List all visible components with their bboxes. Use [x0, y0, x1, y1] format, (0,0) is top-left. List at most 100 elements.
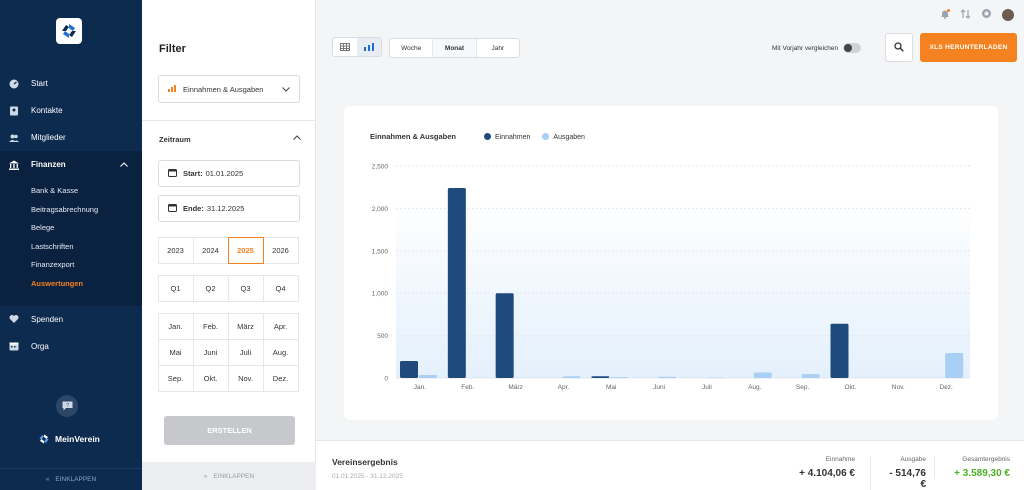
month-option[interactable]: Aug. — [262, 338, 299, 366]
month-option[interactable]: Feb. — [192, 312, 229, 340]
gear-icon[interactable] — [981, 8, 992, 21]
table-view-icon[interactable] — [333, 38, 357, 56]
bar-ausgaben — [562, 376, 581, 378]
quarter-option[interactable]: Q4 — [262, 274, 299, 302]
sidebar-item-kontakte[interactable]: Kontakte — [0, 97, 142, 124]
end-date-value: 31.12.2025 — [206, 204, 245, 213]
filter-panel: Filter Einnahmen & Ausgaben Zeitraum Sta… — [142, 0, 316, 490]
calendar-icon — [168, 168, 177, 179]
year-option[interactable]: 2023 — [157, 236, 194, 264]
avatar[interactable] — [1002, 8, 1014, 21]
create-button[interactable]: ERSTELLEN — [164, 416, 295, 445]
brand-logo: MeinVerein — [38, 433, 100, 445]
bar-ausgaben — [419, 375, 437, 378]
brand-mark-icon — [39, 434, 49, 444]
gesamt-summary: Gesamtergebnis + 3.589,30 € — [934, 456, 1010, 479]
end-date-field[interactable]: Ende: 31.12.2025 — [158, 195, 300, 222]
result-title: Vereinsergebnis — [332, 457, 398, 467]
quarter-option[interactable]: Q1 — [157, 274, 194, 302]
contact-card-icon — [9, 106, 19, 116]
app-logo-icon[interactable] — [56, 18, 82, 44]
month-option[interactable]: Okt. — [192, 364, 229, 392]
people-icon — [9, 133, 19, 143]
sidebar-item-finanzen[interactable]: Finanzen — [0, 151, 142, 178]
x-tick-label: Juli — [702, 384, 712, 391]
chart-card: 0 500 1,000 1,500 2,000 2,500 Jan. Feb. März Apr.… — [344, 106, 998, 420]
filter-collapse-label: EINKLAPPEN — [213, 472, 255, 480]
sidebar-subitem-auswertungen[interactable]: Auswertungen — [0, 275, 142, 294]
ausgabe-label: Ausgabe — [900, 456, 926, 463]
bar-ausgaben — [610, 377, 629, 378]
filter-collapse-button[interactable]: « EINKLAPPEN — [142, 462, 316, 490]
quarter-option[interactable]: Q2 — [192, 274, 229, 302]
sidebar-item-label: Start — [31, 79, 48, 88]
sidebar-subitem-finanzexport[interactable]: Finanzexport — [0, 256, 142, 275]
chart-type-value: Einnahmen & Ausgaben — [183, 84, 264, 94]
range-monat[interactable]: Monat — [433, 39, 477, 57]
speedometer-icon — [9, 79, 19, 89]
double-chevron-left-icon: « — [45, 476, 50, 483]
legend-item-einnahmen[interactable]: Einnahmen — [484, 133, 530, 141]
month-option[interactable]: Sep. — [157, 364, 194, 392]
month-option[interactable]: Dez. — [262, 364, 299, 392]
gesamt-label: Gesamtergebnis — [962, 456, 1010, 463]
year-option[interactable]: 2026 — [262, 236, 299, 264]
x-tick-label: Jan. — [414, 384, 426, 391]
legend-swatch — [484, 133, 491, 140]
chart-title: Einnahmen & Ausgaben — [370, 132, 456, 141]
sidebar-subitem-beitragsabrechnung[interactable]: Beitragsabrechnung — [0, 201, 142, 220]
xls-download-button[interactable]: XLS HERUNTERLADEN — [920, 33, 1017, 62]
month-option[interactable]: Juli — [227, 338, 264, 366]
month-option[interactable]: Jan. — [157, 312, 194, 340]
chat-help-icon[interactable]: ? — [56, 395, 78, 417]
legend-item-ausgaben[interactable]: Ausgaben — [542, 133, 585, 141]
notification-bell-icon[interactable] — [940, 8, 950, 21]
sidebar-item-spenden[interactable]: Spenden — [0, 306, 142, 333]
bank-icon — [9, 160, 19, 170]
end-date-label: Ende: — [183, 204, 204, 213]
sidebar-collapse-label: EINKLAPPEN — [55, 476, 97, 483]
sidebar-subitem-lastschriften[interactable]: Lastschriften — [0, 238, 142, 257]
chart-view-icon[interactable] — [357, 38, 381, 56]
x-tick-label: März — [508, 384, 522, 391]
main-content: Woche Monat Jahr Mit Vorjahr vergleichen… — [316, 0, 1024, 490]
legend-swatch — [542, 133, 550, 140]
chart-type-select[interactable]: Einnahmen & Ausgaben — [158, 75, 300, 103]
sort-arrows-icon[interactable] — [960, 8, 971, 21]
bar-ausgaben — [753, 372, 772, 378]
sidebar-subitem-belege[interactable]: Belege — [0, 219, 142, 238]
sidebar-item-mitglieder[interactable]: Mitglieder — [0, 124, 142, 151]
search-button[interactable] — [885, 33, 913, 62]
compare-previous-year: Mit Vorjahr vergleichen — [772, 43, 862, 53]
month-option[interactable]: Juni — [192, 338, 229, 366]
ausgabe-summary: Ausgabe - 514,76 € — [870, 456, 926, 490]
top-bar-icons — [940, 8, 1014, 21]
calendar-icon — [168, 203, 177, 214]
year-selector: 2023 2024 2025 2026 — [157, 236, 299, 264]
sidebar-item-start[interactable]: Start — [0, 70, 142, 97]
y-tick-label: 1,000 — [372, 291, 389, 298]
x-tick-label: Dez. — [939, 384, 953, 391]
bar-einnahmen — [495, 293, 514, 378]
year-option-selected[interactable]: 2025 — [227, 236, 264, 264]
month-option[interactable]: Apr. — [262, 312, 299, 340]
quarter-option[interactable]: Q3 — [227, 274, 264, 302]
sidebar-item-label: Mitglieder — [31, 133, 66, 142]
month-option[interactable]: Mai — [157, 338, 194, 366]
einnahme-value: + 4.104,06 € — [799, 468, 855, 479]
range-woche[interactable]: Woche — [390, 39, 434, 57]
sidebar-nav: Start Kontakte Mitglieder Finanzen Bank … — [0, 70, 142, 360]
sidebar-item-orga[interactable]: Orga — [0, 333, 142, 360]
ausgabe-value: - 514,76 € — [889, 468, 926, 490]
compare-toggle[interactable] — [843, 43, 862, 53]
sidebar-collapse-button[interactable]: « EINKLAPPEN — [0, 468, 142, 490]
chevron-up-icon[interactable] — [293, 133, 301, 142]
month-option[interactable]: März — [227, 312, 264, 340]
start-date-field[interactable]: Start: 01.01.2025 — [158, 160, 300, 187]
range-jahr[interactable]: Jahr — [477, 39, 519, 57]
year-option[interactable]: 2024 — [192, 236, 229, 264]
month-option[interactable]: Nov. — [227, 364, 264, 392]
bar-chart: 0 500 1,000 1,500 2,000 2,500 Jan. Feb. März Apr.… — [372, 164, 970, 391]
einnahme-summary: Einnahme + 4.104,06 € — [799, 456, 855, 479]
sidebar-subitem-bank-kasse[interactable]: Bank & Kasse — [0, 182, 142, 201]
